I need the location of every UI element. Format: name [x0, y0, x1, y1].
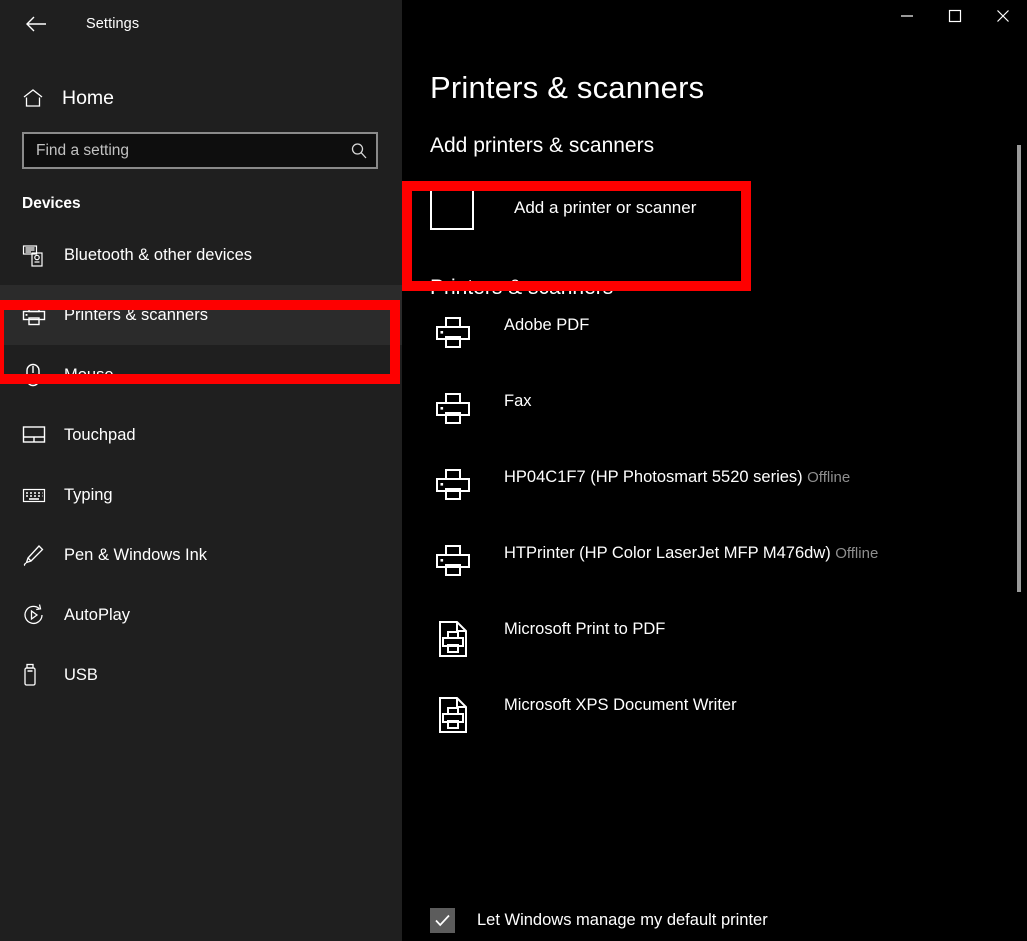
sidebar-home-label: Home: [62, 87, 114, 110]
sidebar-item-label: Typing: [64, 486, 113, 505]
sidebar-item-touchpad[interactable]: Touchpad: [0, 405, 402, 465]
sidebar-item-autoplay[interactable]: AutoPlay: [0, 585, 402, 645]
sidebar-item-typing[interactable]: Typing: [0, 465, 402, 525]
document-printer-icon: [430, 696, 476, 734]
sidebar-item-pen-windows-ink[interactable]: Pen & Windows Ink: [0, 525, 402, 585]
search-input[interactable]: [24, 134, 342, 167]
printer-icon: [430, 392, 476, 426]
list-item[interactable]: Microsoft Print to PDF: [430, 614, 1017, 690]
printer-name: Adobe PDF: [504, 316, 589, 334]
list-item[interactable]: HTPrinter (HP Color LaserJet MFP M476dw)…: [430, 538, 1017, 614]
printer-info: Microsoft XPS Document Writer: [504, 694, 737, 716]
keyboard-icon: [22, 487, 52, 504]
printer-name: Microsoft XPS Document Writer: [504, 696, 737, 714]
printer-list: Adobe PDF Fax: [430, 310, 1017, 766]
sidebar-item-bluetooth-other-devices[interactable]: Bluetooth & other devices: [0, 225, 402, 285]
home-icon: [22, 88, 48, 108]
printer-name: HTPrinter (HP Color LaserJet MFP M476dw): [504, 544, 831, 562]
printer-info: HTPrinter (HP Color LaserJet MFP M476dw)…: [504, 542, 878, 565]
sidebar: Settings Home Devices: [0, 0, 402, 941]
touchpad-icon: [22, 425, 52, 445]
printer-icon: [430, 316, 476, 350]
search-box[interactable]: [22, 132, 378, 169]
printer-info: Fax: [504, 390, 532, 412]
search-icon[interactable]: [342, 142, 376, 160]
plus-box-icon: [430, 186, 474, 230]
sidebar-group-header: Devices: [0, 195, 402, 213]
document-printer-icon: [430, 620, 476, 658]
mouse-icon: [22, 363, 52, 387]
printer-name: HP04C1F7 (HP Photosmart 5520 series): [504, 468, 803, 486]
printer-icon: [22, 304, 52, 326]
maximize-button[interactable]: [931, 0, 979, 32]
printer-info: Microsoft Print to PDF: [504, 618, 665, 640]
window-controls: [402, 0, 1027, 48]
sidebar-item-usb[interactable]: USB: [0, 645, 402, 705]
printer-name: Microsoft Print to PDF: [504, 620, 665, 638]
printers-section-title: Printers & scanners: [430, 276, 1017, 300]
sidebar-item-label: Bluetooth & other devices: [64, 246, 252, 265]
printer-icon: [430, 544, 476, 578]
printer-info: Adobe PDF: [504, 314, 589, 336]
printer-info: HP04C1F7 (HP Photosmart 5520 series) Off…: [504, 466, 850, 489]
list-item[interactable]: Microsoft XPS Document Writer: [430, 690, 1017, 766]
sidebar-item-printers-scanners[interactable]: Printers & scanners: [0, 285, 402, 345]
printer-status: Offline: [835, 545, 878, 562]
add-printer-label: Add a printer or scanner: [514, 198, 696, 218]
sidebar-item-label: Printers & scanners: [64, 306, 208, 325]
minimize-button[interactable]: [883, 0, 931, 32]
add-section-title: Add printers & scanners: [430, 134, 1017, 158]
list-item[interactable]: Fax: [430, 386, 1017, 462]
sidebar-item-mouse[interactable]: Mouse: [0, 345, 402, 405]
window-title: Settings: [86, 16, 139, 32]
sidebar-item-home[interactable]: Home: [0, 76, 402, 120]
scrollbar-thumb[interactable]: [1017, 145, 1021, 592]
usb-icon: [22, 663, 52, 687]
page-title: Printers & scanners: [430, 70, 1017, 106]
sidebar-item-label: AutoPlay: [64, 606, 130, 625]
settings-window: Settings Home Devices: [0, 0, 1027, 941]
sidebar-item-label: Mouse: [64, 366, 114, 385]
sidebar-nav: Bluetooth & other devices Printers & sca…: [0, 225, 402, 705]
default-printer-checkbox-row[interactable]: Let Windows manage my default printer: [430, 908, 768, 933]
close-button[interactable]: [979, 0, 1027, 32]
pen-icon: [22, 543, 52, 567]
list-item[interactable]: HP04C1F7 (HP Photosmart 5520 series) Off…: [430, 462, 1017, 538]
bluetooth-devices-icon: [22, 243, 52, 267]
main-panel: Printers & scanners Add printers & scann…: [402, 0, 1027, 941]
printer-name: Fax: [504, 392, 532, 410]
sidebar-titlebar: Settings: [0, 0, 402, 48]
default-printer-label: Let Windows manage my default printer: [477, 911, 768, 930]
autoplay-icon: [22, 603, 52, 627]
list-item[interactable]: Adobe PDF: [430, 310, 1017, 386]
printer-icon: [430, 468, 476, 502]
checkbox-checked-icon[interactable]: [430, 908, 455, 933]
add-printer-button[interactable]: Add a printer or scanner: [430, 180, 1017, 236]
vertical-scrollbar[interactable]: [1012, 48, 1025, 941]
sidebar-item-label: USB: [64, 666, 98, 685]
sidebar-item-label: Touchpad: [64, 426, 136, 445]
main-content: Printers & scanners Add printers & scann…: [402, 70, 1027, 766]
back-arrow-icon[interactable]: [18, 8, 54, 40]
sidebar-item-label: Pen & Windows Ink: [64, 546, 207, 565]
printer-status: Offline: [807, 469, 850, 486]
